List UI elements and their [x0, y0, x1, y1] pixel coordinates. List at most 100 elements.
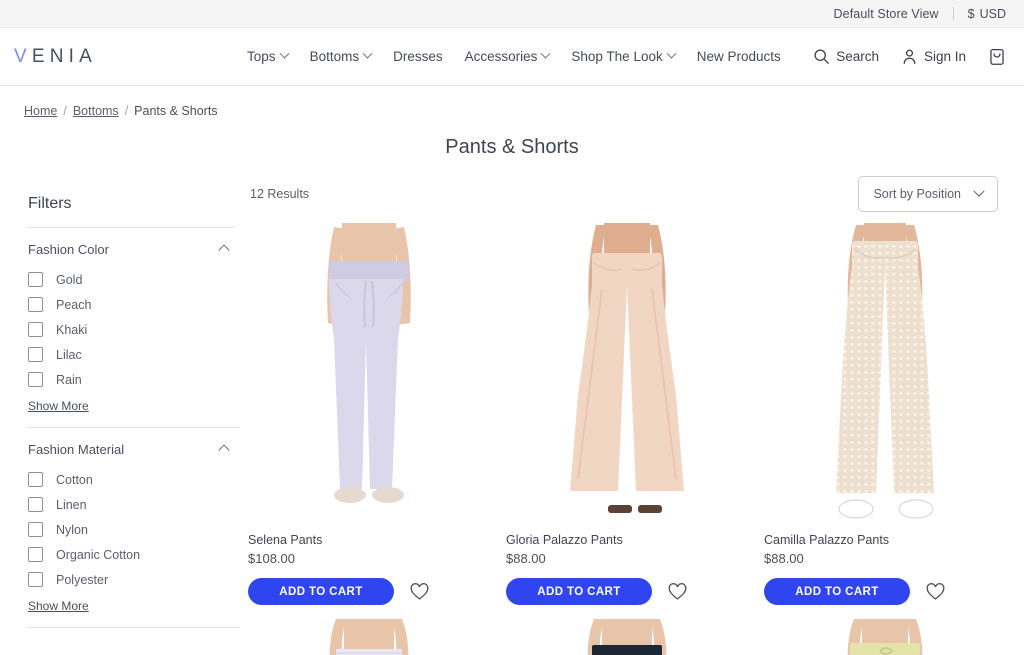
- filters-title: Filters: [28, 195, 234, 228]
- content-area: Filters Fashion Color Gold Peach Khaki L…: [0, 171, 1024, 655]
- product-price: $108.00: [248, 551, 295, 566]
- main-navigation: Tops Bottoms Dresses Accessories Shop Th…: [247, 48, 781, 64]
- breadcrumb-separator: /: [63, 104, 67, 118]
- chevron-down-icon: [362, 48, 373, 59]
- shopping-bag-icon: [990, 48, 1004, 65]
- add-to-cart-button[interactable]: ADD TO CART: [248, 578, 394, 605]
- filter-option-khaki[interactable]: Khaki: [28, 317, 234, 342]
- product-actions: ADD TO CART: [506, 578, 748, 605]
- filter-option-label: Polyester: [56, 572, 109, 587]
- product-toolbar: 12 Results Sort by Position: [248, 171, 1006, 217]
- product-name: Camilla Palazzo Pants: [764, 533, 890, 547]
- checkbox[interactable]: [28, 522, 43, 537]
- chevron-down-icon: [973, 185, 985, 197]
- product-name: Gloria Palazzo Pants: [506, 533, 623, 547]
- filter-option-cotton[interactable]: Cotton: [28, 467, 234, 492]
- checkbox[interactable]: [28, 547, 43, 562]
- sort-label: Sort by Position: [873, 187, 961, 201]
- filter-group-header[interactable]: Fashion Material: [28, 442, 234, 457]
- show-more-materials[interactable]: Show More: [28, 599, 89, 613]
- chevron-down-icon: [279, 48, 290, 59]
- filter-option-label: Gold: [56, 272, 83, 287]
- filter-group-header[interactable]: Fashion Color: [28, 242, 234, 257]
- breadcrumb-bottoms[interactable]: Bottoms: [73, 104, 119, 118]
- filter-group-label: Fashion Color: [28, 242, 109, 257]
- checkbox[interactable]: [28, 272, 43, 287]
- nav-label: Accessories: [464, 49, 538, 64]
- product-card[interactable]: Gloria Palazzo Pants $88.00 ADD TO CART: [506, 223, 748, 605]
- product-card[interactable]: Selena Pants $108.00 ADD TO CART: [248, 223, 490, 605]
- product-price: $88.00: [764, 551, 804, 566]
- nav-item-tops[interactable]: Tops: [247, 48, 290, 64]
- product-image[interactable]: [248, 223, 490, 523]
- filter-option-lilac[interactable]: Lilac: [28, 342, 234, 367]
- nav-label: New Products: [696, 49, 781, 64]
- product-card[interactable]: [764, 619, 1006, 655]
- model-illustration-gloria: [570, 223, 684, 513]
- checkbox[interactable]: [28, 347, 43, 362]
- filter-option-label: Peach: [56, 297, 92, 312]
- breadcrumb-separator: /: [124, 104, 129, 118]
- chevron-up-icon: [218, 443, 230, 456]
- product-card[interactable]: [506, 619, 748, 655]
- site-logo[interactable]: VENIA: [14, 46, 97, 68]
- product-card[interactable]: Camilla Palazzo Pants $88.00 ADD TO CART: [764, 223, 1006, 605]
- product-image[interactable]: [248, 619, 490, 655]
- chevron-up-icon: [218, 243, 230, 256]
- topbar-divider: [952, 7, 954, 20]
- product-image[interactable]: [764, 223, 1006, 523]
- user-icon: [903, 49, 916, 64]
- filter-option-linen[interactable]: Linen: [28, 492, 234, 517]
- cart-button[interactable]: [988, 47, 1006, 66]
- checkbox[interactable]: [28, 572, 43, 587]
- sign-in-button[interactable]: Sign In: [901, 48, 966, 65]
- nav-label: Shop The Look: [571, 49, 663, 64]
- checkbox[interactable]: [28, 322, 43, 337]
- top-utility-bar: Default Store View $ USD: [0, 0, 1024, 28]
- filter-option-polyester[interactable]: Polyester: [28, 567, 234, 592]
- product-name: Selena Pants: [248, 533, 323, 547]
- filter-option-label: Lilac: [56, 347, 82, 362]
- wishlist-heart-icon[interactable]: [668, 582, 687, 601]
- filter-option-rain[interactable]: Rain: [28, 367, 234, 392]
- logo-letter-v: V: [14, 45, 32, 67]
- currency-symbol: $: [967, 6, 975, 21]
- show-more-colors[interactable]: Show More: [28, 399, 89, 413]
- product-card[interactable]: [248, 619, 490, 655]
- product-image[interactable]: [764, 619, 1006, 655]
- checkbox[interactable]: [28, 297, 43, 312]
- filter-option-label: Nylon: [56, 522, 88, 537]
- filter-option-label: Organic Cotton: [56, 547, 141, 562]
- product-list-area: 12 Results Sort by Position Selena Pants…: [240, 171, 1006, 655]
- nav-item-new-products[interactable]: New Products: [697, 49, 781, 64]
- sort-dropdown[interactable]: Sort by Position: [858, 176, 998, 212]
- breadcrumb-home[interactable]: Home: [24, 104, 57, 118]
- filter-option-gold[interactable]: Gold: [28, 267, 234, 292]
- checkbox[interactable]: [28, 497, 43, 512]
- filter-option-peach[interactable]: Peach: [28, 292, 234, 317]
- product-image[interactable]: [506, 619, 748, 655]
- nav-label: Bottoms: [309, 49, 360, 64]
- filter-option-organic-cotton[interactable]: Organic Cotton: [28, 542, 234, 567]
- currency-selector[interactable]: $ USD: [968, 7, 1006, 21]
- nav-item-bottoms[interactable]: Bottoms: [309, 48, 373, 64]
- search-button[interactable]: Search: [813, 48, 879, 65]
- product-image[interactable]: [506, 223, 748, 523]
- page-title: Pants & Shorts: [445, 136, 579, 158]
- add-to-cart-button[interactable]: ADD TO CART: [764, 578, 910, 605]
- checkbox[interactable]: [28, 472, 43, 487]
- add-to-cart-button[interactable]: ADD TO CART: [506, 578, 652, 605]
- product-price: $88.00: [506, 551, 546, 566]
- checkbox[interactable]: [28, 372, 43, 387]
- store-view-selector[interactable]: Default Store View: [834, 7, 939, 21]
- nav-item-dresses[interactable]: Dresses: [393, 49, 443, 64]
- wishlist-heart-icon[interactable]: [410, 582, 429, 601]
- filter-option-nylon[interactable]: Nylon: [28, 517, 234, 542]
- model-illustration-white-pants: [329, 619, 409, 655]
- nav-item-accessories[interactable]: Accessories: [464, 48, 551, 64]
- nav-label: Dresses: [393, 49, 443, 64]
- nav-item-shop-the-look[interactable]: Shop The Look: [571, 48, 677, 64]
- wishlist-heart-icon[interactable]: [926, 582, 945, 601]
- model-illustration-selena: [327, 223, 411, 503]
- product-actions: ADD TO CART: [764, 578, 1006, 605]
